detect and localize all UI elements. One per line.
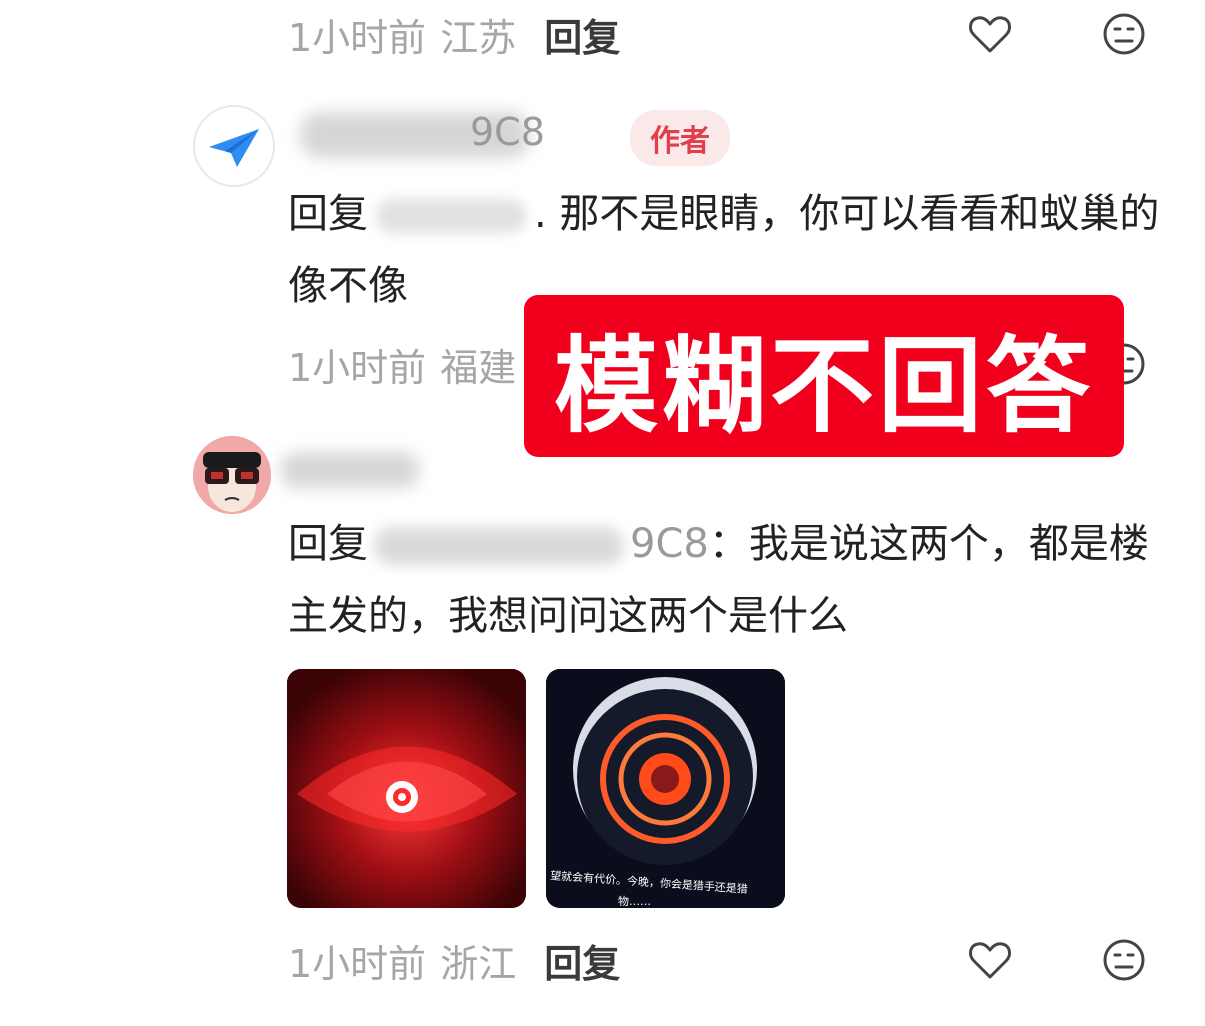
- overlay-label: 模糊不回答: [524, 295, 1124, 457]
- comment-location: 浙江: [440, 941, 517, 986]
- neutral-face-icon[interactable]: [1100, 10, 1148, 58]
- comment-time: 1小时前: [288, 15, 427, 60]
- comment-image-eye[interactable]: [287, 669, 526, 908]
- blurred-mention: [376, 199, 526, 233]
- username-suffix[interactable]: 9C8: [470, 110, 545, 154]
- comment-time: 1小时前: [288, 345, 427, 390]
- avatar[interactable]: [193, 105, 275, 187]
- paper-plane-icon: [209, 129, 259, 167]
- blurred-mention: [374, 527, 624, 565]
- comment-image-ring[interactable]: 望就会有代价。今晚，你会是猎手还是猎 物……: [546, 669, 785, 908]
- comment-meta: 1小时前 浙江 回复: [288, 930, 620, 990]
- image-caption-line2: 物……: [618, 895, 651, 908]
- heart-icon[interactable]: [966, 936, 1014, 984]
- comment-meta-top: 1小时前 江苏 回复: [288, 4, 620, 64]
- heart-icon[interactable]: [966, 10, 1014, 58]
- comment-location: 福建: [440, 345, 517, 390]
- comment-time: 1小时前: [288, 941, 427, 986]
- mention-suffix[interactable]: 9C8: [630, 521, 709, 567]
- face-avatar-icon: [193, 436, 271, 514]
- neutral-face-icon[interactable]: [1100, 936, 1148, 984]
- reply-prefix: 回复: [288, 191, 368, 237]
- comment-body: 回复 9C8：我是说这两个，都是楼主发的，我想问问这两个是什么: [288, 508, 1168, 652]
- blurred-username: [280, 452, 420, 488]
- author-badge: 作者: [630, 110, 730, 166]
- reply-button[interactable]: 回复: [544, 933, 620, 988]
- reply-prefix: 回复: [288, 521, 368, 567]
- comment-location: 江苏: [440, 15, 517, 60]
- reply-button[interactable]: 回复: [544, 7, 620, 62]
- avatar[interactable]: [193, 436, 271, 514]
